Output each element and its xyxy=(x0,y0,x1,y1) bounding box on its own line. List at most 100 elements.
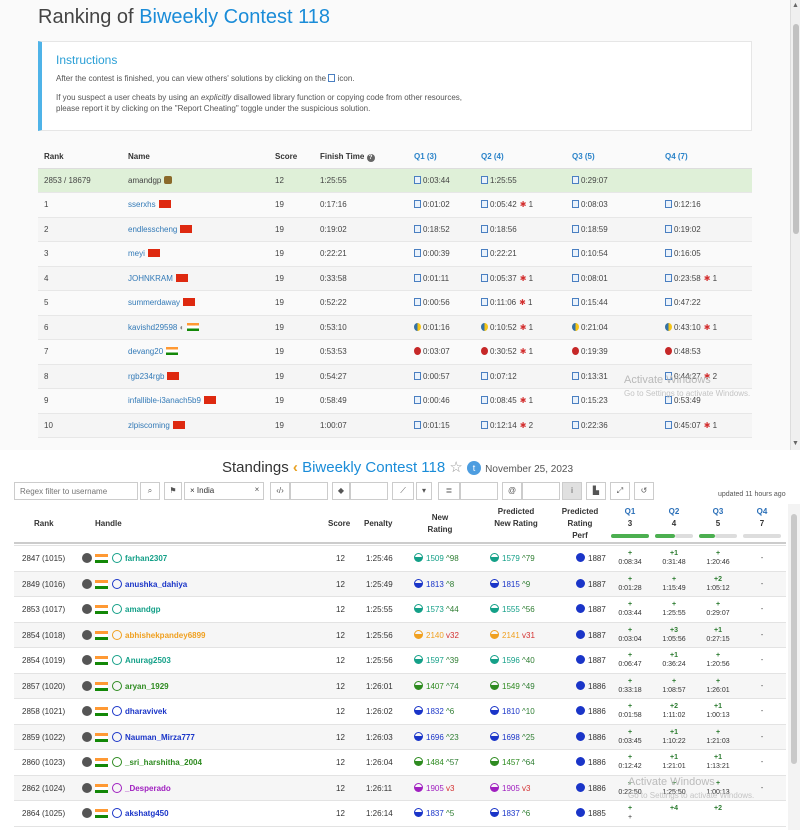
solution-icon[interactable] xyxy=(572,420,579,429)
col-q4[interactable]: Q4 (7) xyxy=(659,146,752,169)
q1-cell[interactable]: +0:08:34 xyxy=(610,546,650,571)
solution-icon[interactable] xyxy=(481,273,488,282)
solution-icon[interactable] xyxy=(665,298,672,307)
scroll-down-arrow-icon[interactable]: ▼ xyxy=(792,440,799,447)
cpp-icon[interactable] xyxy=(665,347,672,356)
solution-icon[interactable] xyxy=(572,396,579,405)
solution-icon[interactable] xyxy=(481,224,488,233)
solution-icon[interactable] xyxy=(414,273,421,282)
q2-cell[interactable]: 0:18:56 xyxy=(475,217,566,242)
flag-filter-icon[interactable]: ⚑ xyxy=(164,482,182,500)
reset-icon[interactable]: ↺ xyxy=(634,482,654,500)
python-icon[interactable] xyxy=(481,322,488,331)
cpp-icon[interactable] xyxy=(414,347,421,356)
q2-cell[interactable]: 0:07:12 xyxy=(475,364,566,389)
solution-icon[interactable] xyxy=(665,200,672,209)
q3-cell[interactable]: 0:21:04 xyxy=(566,315,659,340)
q1-cell[interactable]: +0:06:47 xyxy=(610,648,650,673)
help-icon[interactable]: ? xyxy=(366,153,375,162)
col-score[interactable]: Score xyxy=(328,518,350,530)
q1-cell[interactable]: 0:01:16 xyxy=(408,315,475,340)
q4-cell[interactable]: 0:47:22 xyxy=(659,290,752,316)
chart-icon[interactable]: ⟋ xyxy=(392,482,414,500)
q2-cell[interactable]: +2 1:11:02 xyxy=(654,699,694,724)
q2-cell[interactable]: +1 0:31:48 xyxy=(654,546,694,571)
scroll-up-arrow-icon[interactable]: ▲ xyxy=(792,2,799,9)
solution-icon[interactable] xyxy=(572,298,579,307)
scrollbar-thumb[interactable] xyxy=(793,24,799,234)
q1-cell[interactable]: +0:03:45 xyxy=(610,725,650,750)
username-filter-input[interactable] xyxy=(14,482,138,500)
col-q3[interactable]: Q3 5 xyxy=(708,506,728,530)
q4-cell[interactable]: 0:44:27 ✱ 2 xyxy=(659,364,752,389)
q3-cell[interactable]: +1 1:00:13 xyxy=(698,699,738,724)
cpp-icon[interactable] xyxy=(481,347,488,356)
q3-cell[interactable]: 0:22:36 xyxy=(566,413,659,438)
q3-cell[interactable]: 0:15:44 xyxy=(566,290,659,316)
solution-icon[interactable] xyxy=(414,298,421,307)
q3-cell[interactable]: 0:08:03 xyxy=(566,192,659,218)
q2-cell[interactable]: 0:12:14 ✱ 2 xyxy=(475,413,566,438)
q3-cell[interactable]: 0:19:39 xyxy=(566,339,659,365)
tag-filter-input[interactable] xyxy=(350,482,388,500)
q2-cell[interactable]: +3 1:05:56 xyxy=(654,623,694,648)
q1-cell[interactable]: 0:00:46 xyxy=(408,388,475,414)
solution-icon[interactable] xyxy=(414,200,421,209)
handle-link[interactable]: akshatg450 xyxy=(125,801,169,826)
solution-icon[interactable] xyxy=(414,249,421,258)
q2-cell[interactable]: 0:10:52 ✱ 1 xyxy=(475,315,566,340)
q1-cell[interactable]: +0:03:44 xyxy=(610,597,650,622)
q4-cell[interactable]: 0:19:02 xyxy=(659,217,752,242)
col-q4[interactable]: Q4 7 xyxy=(752,506,772,530)
q4-cell[interactable]: 0:23:58 ✱ 1 xyxy=(659,266,752,291)
col-rank[interactable]: Rank xyxy=(34,518,54,530)
python-icon[interactable] xyxy=(572,322,579,331)
handle-link[interactable]: aryan_1929 xyxy=(125,674,169,699)
q3-cell[interactable]: +1 1:13:21 xyxy=(698,750,738,775)
clear-icon[interactable]: × xyxy=(250,482,264,500)
solution-icon[interactable] xyxy=(572,175,579,184)
solution-icon[interactable] xyxy=(481,420,488,429)
db-filter-input[interactable] xyxy=(460,482,498,500)
handle-link[interactable]: _Desperado xyxy=(125,776,171,801)
q1-cell[interactable]: +0:03:04 xyxy=(610,623,650,648)
col-q3[interactable]: Q3 (5) xyxy=(566,146,659,169)
q2-cell[interactable]: 0:05:37 ✱ 1 xyxy=(475,266,566,291)
q1-cell[interactable]: 0:00:39 xyxy=(408,241,475,267)
q1-cell[interactable]: 0:03:44 xyxy=(408,168,475,193)
q1-cell[interactable]: 0:03:07 xyxy=(408,339,475,365)
q3-cell[interactable]: +1:20:46 xyxy=(698,546,738,571)
q3-cell[interactable]: 0:10:54 xyxy=(566,241,659,267)
info-icon[interactable]: i xyxy=(562,482,582,500)
q1-cell[interactable]: 0:00:57 xyxy=(408,364,475,389)
solution-icon[interactable] xyxy=(414,371,421,380)
star-icon[interactable]: ☆ xyxy=(449,459,462,476)
q2-cell[interactable]: +1:25:55 xyxy=(654,597,694,622)
q1-cell[interactable]: 0:01:11 xyxy=(408,266,475,291)
col-penalty[interactable]: Penalty xyxy=(364,518,392,530)
handle-link[interactable]: _sri_harshitha_2004 xyxy=(125,750,202,775)
solution-icon[interactable] xyxy=(572,224,579,233)
col-q2[interactable]: Q2 (4) xyxy=(475,146,566,169)
username-link[interactable]: meyi xyxy=(128,249,145,258)
q3-cell[interactable]: 0:13:31 xyxy=(566,364,659,389)
solution-icon[interactable] xyxy=(481,200,488,209)
q3-cell[interactable]: 0:15:23 xyxy=(566,388,659,414)
python-icon[interactable] xyxy=(665,322,672,331)
solution-icon[interactable] xyxy=(665,396,672,405)
username-link[interactable]: zlpiscoming xyxy=(128,421,170,430)
q2-cell[interactable]: +1:15:49 xyxy=(654,572,694,597)
q1-cell[interactable]: 0:01:02 xyxy=(408,192,475,218)
q4-cell[interactable]: 0:48:53 xyxy=(659,339,752,365)
scrollbar-thumb[interactable] xyxy=(791,514,797,764)
solution-icon[interactable] xyxy=(414,420,421,429)
dropdown-chevron-icon[interactable]: ▾ xyxy=(416,482,432,500)
cpp-icon[interactable] xyxy=(572,347,579,356)
solution-icon[interactable] xyxy=(665,273,672,282)
q2-cell[interactable]: 0:05:42 ✱ 1 xyxy=(475,192,566,218)
q3-cell[interactable]: +2 xyxy=(698,801,738,826)
q3-cell[interactable]: +1:20:56 xyxy=(698,648,738,673)
q2-cell[interactable]: +4 xyxy=(654,801,694,826)
python-icon[interactable] xyxy=(414,322,421,331)
solution-icon[interactable] xyxy=(572,371,579,380)
